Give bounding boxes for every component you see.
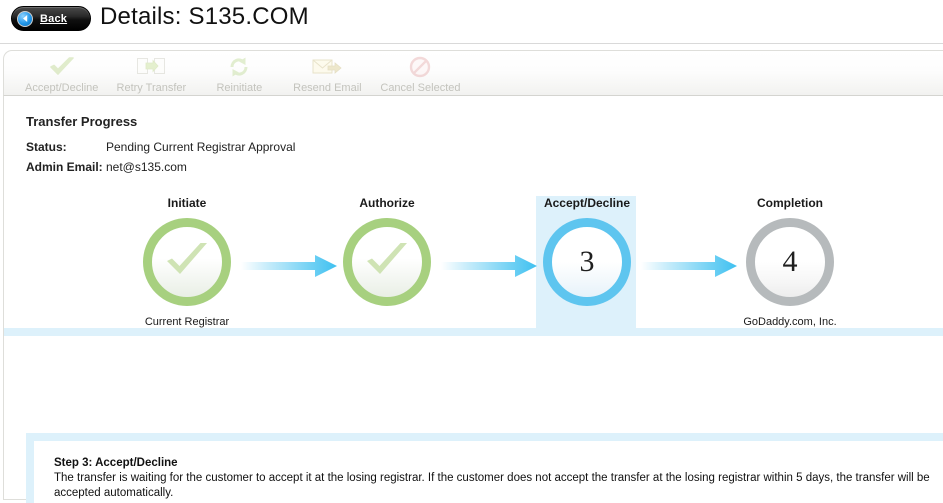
step-info-body: The transfer is waiting for the customer… <box>54 472 930 499</box>
no-entry-icon <box>409 55 431 79</box>
step-info-heading: Step 3: Accept/Decline <box>54 457 178 469</box>
meta-row-admin-email: Admin Email: net@s135.com <box>26 160 295 175</box>
transfer-documents-icon <box>136 55 166 79</box>
check-mark-icon <box>49 55 75 79</box>
page-title: Details: S135.COM <box>100 3 309 30</box>
progress-step-number: 3 <box>579 245 595 278</box>
step-check-icon <box>164 241 210 284</box>
back-button[interactable]: Back <box>11 6 91 31</box>
status-label: Status: <box>26 140 67 154</box>
status-value: Pending Current Registrar Approval <box>106 140 296 154</box>
toolbar-item-resend-email[interactable]: Resend Email <box>283 51 371 94</box>
progress-step-circle: 3 <box>543 218 631 306</box>
progress-step-sublabel: Current Registrar <box>144 316 230 328</box>
toolbar-item-retry-transfer[interactable]: Retry Transfer <box>107 51 195 94</box>
content-panel: Transfer Progress Status: Pending Curren… <box>3 96 943 503</box>
toolbar-item-label: Accept/Decline <box>25 82 99 94</box>
section-title: Transfer Progress <box>26 114 138 129</box>
toolbar-item-label: Reinitiate <box>216 82 263 94</box>
step-info-box: Step 3: Accept/Decline The transfer is w… <box>26 433 943 503</box>
transfer-progress-tracker: Initiate Current Registrar Authorize Accept… <box>4 196 943 336</box>
progress-step-circle: 4 <box>746 218 834 306</box>
toolbar-item-accept-decline[interactable]: Accept/Decline <box>16 51 107 94</box>
progress-step-label: Completion <box>757 196 823 210</box>
admin-email-label: Admin Email: <box>26 160 103 174</box>
back-button-label: Back <box>40 12 68 25</box>
envelope-arrow-icon <box>312 55 342 79</box>
progress-step-sublabel: GoDaddy.com, Inc. <box>743 316 837 328</box>
progress-step-number: 4 <box>782 245 798 278</box>
toolbar-item-label: Cancel Selected <box>380 82 461 94</box>
progress-step-label: Accept/Decline <box>543 196 631 210</box>
step-check-icon <box>364 241 410 284</box>
refresh-cycle-icon <box>228 55 250 79</box>
progress-step-circle <box>343 218 431 306</box>
toolbar-item-cancel-selected[interactable]: Cancel Selected <box>371 51 469 94</box>
toolbar-item-label: Retry Transfer <box>116 82 187 94</box>
circle-left-arrow-icon <box>17 10 33 27</box>
details-page: Back Details: S135.COM Accept/Decline Ret… <box>0 0 943 503</box>
highlight-band <box>4 328 943 336</box>
progress-step-label: Authorize <box>359 196 415 210</box>
action-toolbar: Accept/Decline Retry Transfer Reinitiate Re… <box>3 50 943 96</box>
toolbar-item-reinitiate[interactable]: Reinitiate <box>195 51 283 94</box>
transfer-meta: Status: Pending Current Registrar Approv… <box>26 140 295 180</box>
meta-row-status: Status: Pending Current Registrar Approv… <box>26 140 295 155</box>
progress-step-label: Initiate <box>167 196 207 210</box>
step-info-inner: Step 3: Accept/Decline The transfer is w… <box>34 441 943 503</box>
page-header: Back Details: S135.COM <box>0 0 943 44</box>
progress-step-circle <box>143 218 231 306</box>
progress-step-4: Completion 4 GoDaddy.com, Inc. <box>710 196 870 328</box>
admin-email-value: net@s135.com <box>106 160 187 174</box>
toolbar-item-label: Resend Email <box>293 82 362 94</box>
